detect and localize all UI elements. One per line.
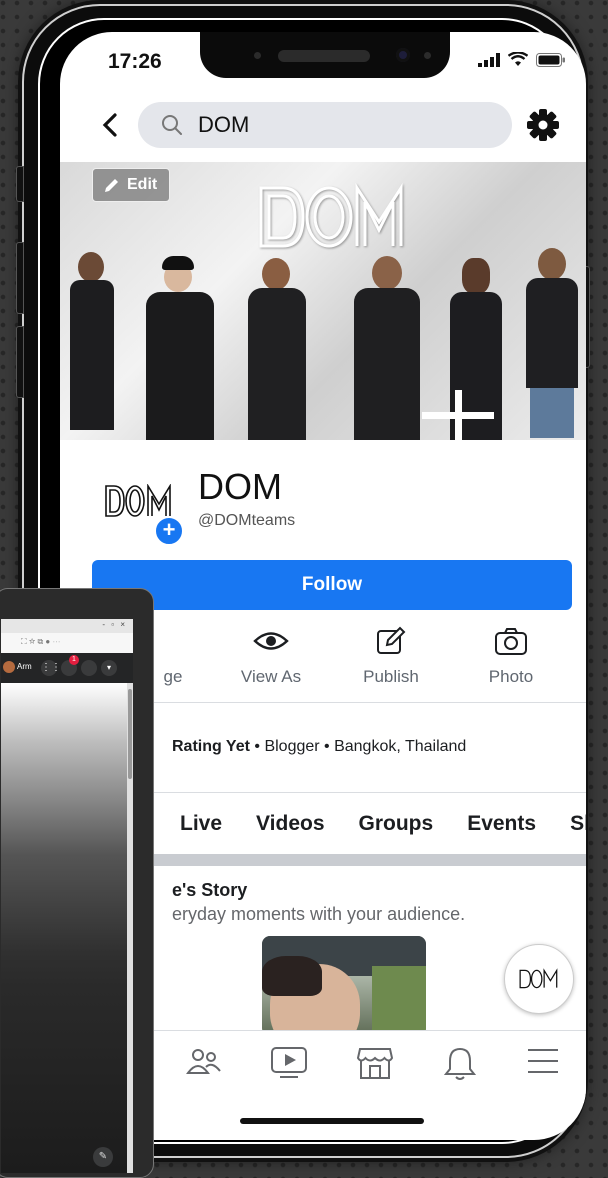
notch: [200, 32, 450, 78]
search-bar[interactable]: DOM: [138, 102, 512, 148]
tab-live[interactable]: Live: [180, 812, 222, 836]
browser-titlebar: - ▫ ×: [1, 619, 133, 633]
watch-icon[interactable]: [270, 1045, 308, 1081]
status-icons: [478, 52, 566, 67]
groups-icon[interactable]: [186, 1045, 222, 1079]
rating-text: Rating Yet: [172, 738, 250, 755]
account-dropdown-icon[interactable]: ▾: [101, 660, 117, 676]
team-member: [244, 258, 310, 440]
battery-icon: [536, 53, 565, 67]
back-chevron-icon[interactable]: [96, 110, 126, 140]
menu-icon[interactable]: [526, 1045, 560, 1077]
page-info: Rating Yet • Blogger • Bangkok, Thailand: [172, 738, 466, 756]
compose-icon[interactable]: ✎: [93, 1147, 113, 1167]
laptop-screen: - ▫ × ⛶ ☆ ⧉ ● ⋯ Arm ⋮⋮ 1 ▾ ✎: [1, 619, 133, 1173]
edit-icon: [377, 626, 406, 654]
page-name: DOM: [198, 466, 282, 507]
volume-up-button: [16, 242, 24, 314]
floating-page-avatar[interactable]: [504, 944, 574, 1014]
laptop-content: [1, 683, 133, 1173]
home-indicator: [240, 1118, 424, 1124]
story-title: e's Story: [172, 880, 248, 900]
tab-shop[interactable]: Sh: [570, 812, 586, 836]
bell-icon[interactable]: [81, 660, 97, 676]
flag-icon: [158, 626, 188, 656]
action-view-as[interactable]: View As: [216, 626, 326, 687]
action-publish[interactable]: Publish: [336, 626, 446, 687]
window-controls[interactable]: - ▫ ×: [102, 620, 127, 629]
marketplace-icon[interactable]: [356, 1045, 394, 1081]
scrollbar-thumb[interactable]: [128, 689, 132, 779]
cover-logo: [259, 182, 403, 248]
search-icon: [162, 115, 182, 135]
page-handle: @DOMteams: [198, 512, 296, 529]
signal-icon: [478, 53, 500, 67]
page-tabs: Live Videos Groups Events Sh: [180, 812, 586, 836]
facebook-topbar: Arm ⋮⋮ 1 ▾: [1, 653, 133, 683]
wifi-icon: [508, 52, 528, 66]
pencil-icon: [105, 179, 118, 192]
tab-videos[interactable]: Videos: [256, 812, 324, 836]
team-member: [522, 248, 582, 438]
apps-grid-icon[interactable]: ⋮⋮: [41, 660, 61, 676]
browser-toolbar-icons[interactable]: ⛶ ☆ ⧉ ● ⋯: [21, 637, 60, 647]
team-member: [138, 256, 218, 440]
notifications-icon[interactable]: [444, 1045, 476, 1081]
edit-cover-label: Edit: [127, 176, 158, 193]
category-location: • Blogger • Bangkok, Thailand: [249, 738, 467, 755]
sensor-dot: [424, 52, 431, 59]
team-member: [70, 252, 120, 440]
action-label: Publish: [363, 667, 419, 686]
hair: [262, 956, 322, 996]
eye-icon: [253, 632, 289, 650]
action-label: Photo: [488, 667, 534, 686]
action-label: View As: [240, 667, 302, 686]
team-member: [350, 256, 422, 440]
browser-toolbar: ⛶ ☆ ⧉ ● ⋯: [1, 633, 133, 654]
edit-cover-button[interactable]: Edit: [92, 168, 170, 202]
volume-down-button: [16, 326, 24, 398]
status-time: 17:26: [108, 50, 162, 73]
user-avatar[interactable]: [3, 661, 15, 673]
tab-groups[interactable]: Groups: [359, 812, 434, 836]
user-name[interactable]: Arm: [17, 662, 32, 671]
sensor-dot: [254, 52, 261, 59]
story-thumbnail[interactable]: [262, 936, 426, 1036]
gear-icon[interactable]: [526, 108, 560, 142]
add-profile-photo-button[interactable]: +: [154, 516, 184, 546]
fab-logo: [519, 968, 558, 989]
status-bar: 17:26: [60, 32, 586, 92]
action-photo[interactable]: Photo: [456, 626, 566, 687]
follow-button[interactable]: Follow: [92, 560, 572, 610]
camera-icon: [495, 628, 527, 655]
add-cover-plus-icon[interactable]: [422, 390, 494, 440]
front-camera: [396, 48, 410, 62]
story-subtitle: eryday moments with your audience.: [172, 904, 466, 924]
notification-badge: 1: [69, 655, 79, 665]
search-query: DOM: [198, 112, 250, 137]
tab-events[interactable]: Events: [467, 812, 536, 836]
speaker-grille: [278, 50, 370, 62]
trees-background: [372, 966, 426, 1036]
laptop-frame: - ▫ × ⛶ ☆ ⧉ ● ⋯ Arm ⋮⋮ 1 ▾ ✎: [0, 588, 154, 1178]
profile-logo[interactable]: [104, 484, 174, 518]
cover-photo[interactable]: Edit: [60, 162, 586, 440]
mute-switch: [16, 166, 24, 202]
